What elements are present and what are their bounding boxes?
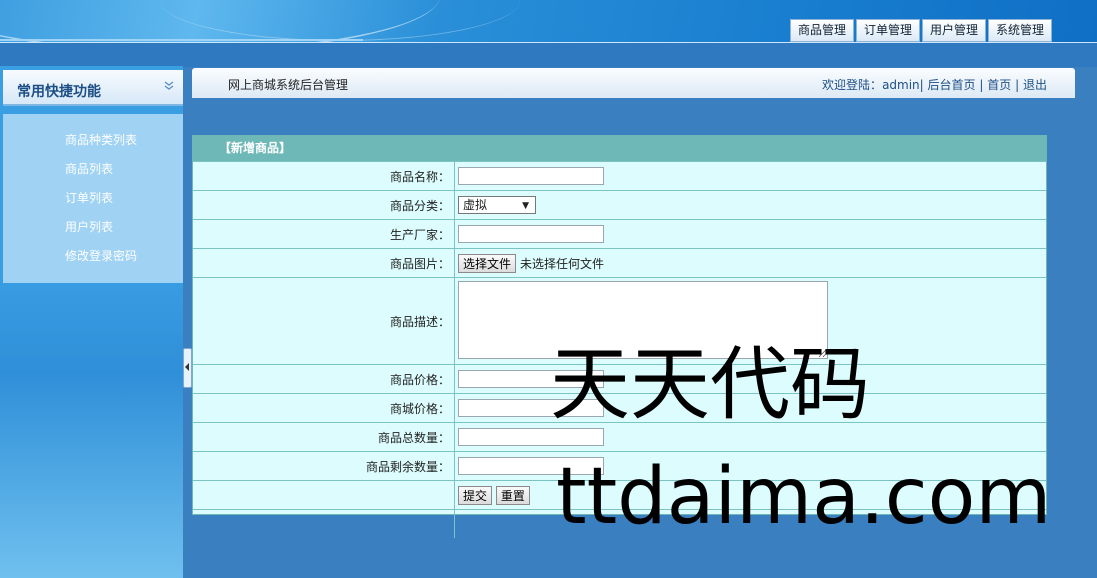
top-tab-user-management[interactable]: 用户管理 — [921, 19, 986, 42]
separator: | — [979, 78, 984, 92]
content-header: 网上商城系统后台管理 欢迎登陆：admin| 后台首页 | 首页 | 退出 — [192, 68, 1075, 98]
separator: | — [1015, 78, 1020, 92]
reset-button[interactable]: 重置 — [495, 485, 530, 505]
page-title: 网上商城系统后台管理 — [228, 78, 349, 92]
file-hint: 未选择任何文件 — [520, 256, 605, 271]
sidebar-title: 常用快捷功能 — [17, 84, 101, 100]
top-nav: 商品管理 订单管理 用户管理 系统管理 — [789, 19, 1052, 42]
sidebar-menu: 商品种类列表 商品列表 订单列表 用户列表 修改登录密码 — [3, 114, 183, 283]
top-tab-product-management[interactable]: 商品管理 — [789, 19, 854, 42]
banner-decoration — [0, 39, 363, 41]
header-band — [0, 42, 1097, 67]
product-category-value: 虚拟 — [463, 198, 488, 212]
top-tab-order-management[interactable]: 订单管理 — [855, 19, 920, 42]
form-row: 生产厂家： — [193, 219, 1046, 249]
mall-price-label: 商城价格： — [193, 393, 455, 423]
username: admin — [882, 78, 920, 92]
welcome-bar: 欢迎登陆：admin| 后台首页 | 首页 | 退出 — [822, 76, 1047, 93]
watermark-text: 天天代码 — [550, 338, 870, 431]
product-name-input[interactable] — [458, 167, 604, 185]
manufacturer-label: 生产厂家： — [193, 219, 455, 249]
sidebar: 常用快捷功能 商品种类列表 商品列表 订单列表 用户列表 修改登录密码 — [0, 66, 183, 578]
remaining-quantity-label: 商品剩余数量： — [193, 451, 455, 481]
form-caption: 【新增商品】 — [193, 136, 1046, 161]
caret-left-icon — [185, 363, 189, 371]
form-row: 商品图片： 选择文件 未选择任何文件 — [193, 248, 1046, 278]
choose-file-button[interactable]: 选择文件 — [458, 253, 517, 273]
sidebar-item-category-list[interactable]: 商品种类列表 — [65, 126, 183, 155]
header-banner: 商品管理 订单管理 用户管理 系统管理 — [0, 0, 1097, 42]
top-tab-system-management[interactable]: 系统管理 — [987, 19, 1052, 42]
product-description-label: 商品描述： — [193, 277, 455, 365]
logout-link[interactable]: 退出 — [1023, 78, 1047, 92]
welcome-label: 欢迎登陆： — [822, 78, 883, 92]
form-row: 商品名称： — [193, 161, 1046, 191]
watermark-url: ttdaima.com — [556, 452, 1052, 542]
form-row: 商品分类： 虚拟 ▼ — [193, 190, 1046, 220]
product-price-label: 商品价格： — [193, 364, 455, 394]
total-quantity-label: 商品总数量： — [193, 422, 455, 452]
product-name-label: 商品名称： — [193, 161, 455, 191]
manufacturer-input[interactable] — [458, 225, 604, 243]
sidebar-header: 常用快捷功能 — [3, 70, 183, 106]
sidebar-toggle-button[interactable] — [183, 348, 192, 388]
product-category-label: 商品分类： — [193, 190, 455, 220]
separator: | — [919, 78, 924, 92]
sidebar-item-change-password[interactable]: 修改登录密码 — [65, 242, 183, 271]
sidebar-item-order-list[interactable]: 订单列表 — [65, 184, 183, 213]
double-chevron-down-icon[interactable] — [163, 80, 175, 92]
submit-button[interactable]: 提交 — [458, 485, 493, 505]
sidebar-item-product-list[interactable]: 商品列表 — [65, 155, 183, 184]
sidebar-item-user-list[interactable]: 用户列表 — [65, 213, 183, 242]
home-link[interactable]: 首页 — [987, 78, 1011, 92]
admin-home-link[interactable]: 后台首页 — [928, 78, 976, 92]
product-image-label: 商品图片： — [193, 248, 455, 278]
product-category-select[interactable]: 虚拟 ▼ — [458, 196, 536, 214]
dropdown-arrow-icon: ▼ — [522, 201, 529, 211]
